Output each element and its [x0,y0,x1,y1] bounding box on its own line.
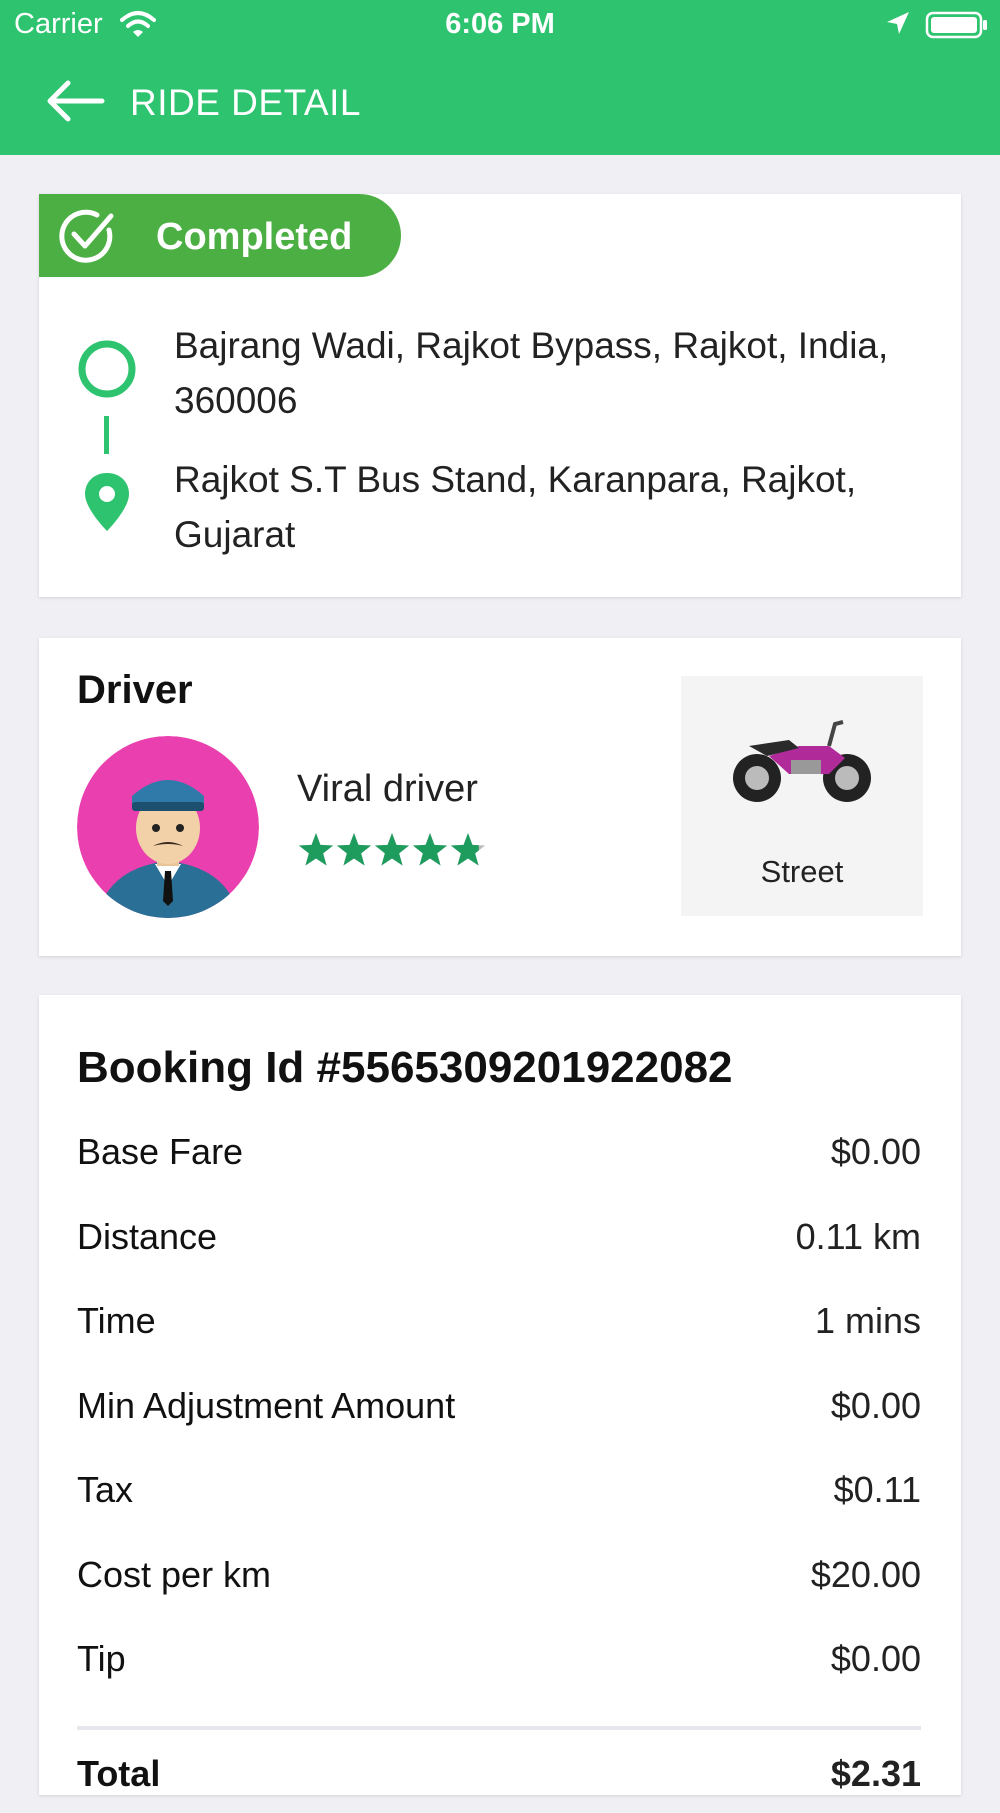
fare-label: Tip [77,1638,126,1679]
map-pin-icon [85,473,129,531]
route-connector [104,416,109,454]
fare-value: $0.00 [830,1131,921,1172]
status-text: Completed [156,216,353,258]
page-title: RIDE DETAIL [130,82,361,123]
back-arrow-icon[interactable] [44,78,106,124]
star-icon [298,833,334,866]
fare-row-distance: Distance 0.11 km [77,1216,921,1276]
fare-label: Time [77,1300,156,1341]
battery-icon [925,11,987,39]
fare-value: 0.11 km [795,1216,921,1257]
status-badge: Completed [39,194,401,277]
driver-card: Driver Viral driver Street [39,638,961,956]
fare-row-base-fare: Base Fare $0.00 [77,1131,921,1191]
fare-value: $0.11 [833,1469,921,1510]
star-icon [374,833,410,866]
star-icon [336,833,372,866]
vehicle-type: Street [760,854,844,889]
fare-row-tax: Tax $0.11 [77,1469,921,1529]
app-header: Carrier 6:06 PM RIDE DETAIL [0,0,1000,155]
fare-value: $0.00 [830,1385,921,1426]
fare-value: $0.00 [830,1638,921,1679]
route-card: Completed Bajrang Wadi, Rajkot Bypass, R… [39,194,961,597]
motorcycle-icon [733,720,871,802]
booking-id: Booking Id #5565309201922082 [77,1043,733,1092]
dropoff-address: Rajkot S.T Bus Stand, Karanpara, Rajkot,… [174,459,857,555]
driver-heading: Driver [77,668,193,712]
fare-divider [77,1726,921,1730]
fare-row-cost-per-km: Cost per km $20.00 [77,1554,921,1614]
fare-label: Cost per km [77,1554,272,1595]
check-circle-icon [59,209,114,263]
location-arrow-icon [887,12,909,34]
fare-row-time: Time 1 mins [77,1300,921,1360]
rating-stars [298,833,486,866]
vehicle-card[interactable]: Street [681,676,923,916]
fare-value: $20.00 [810,1554,921,1595]
pickup-address: Bajrang Wadi, Rajkot Bypass, Rajkot, Ind… [174,325,889,421]
fare-label: Min Adjustment Amount [77,1385,456,1426]
fare-row-min-adjustment: Min Adjustment Amount $0.00 [77,1385,921,1445]
fare-label: Distance [77,1216,218,1257]
fare-row-total: Total $2.31 [77,1753,921,1813]
fare-value: 1 mins [814,1300,921,1341]
star-icon [412,833,448,866]
pickup-circle-icon [78,340,136,398]
fare-label: Tax [77,1469,134,1510]
fare-row-tip: Tip $0.00 [77,1638,921,1698]
fare-label: Base Fare [77,1131,244,1172]
total-value: $2.31 [830,1753,921,1794]
fare-card: Booking Id #5565309201922082 Base Fare $… [39,995,961,1795]
driver-avatar [77,736,259,918]
driver-name: Viral driver [297,768,478,810]
total-label: Total [77,1753,161,1794]
status-time: 6:06 PM [445,8,555,40]
